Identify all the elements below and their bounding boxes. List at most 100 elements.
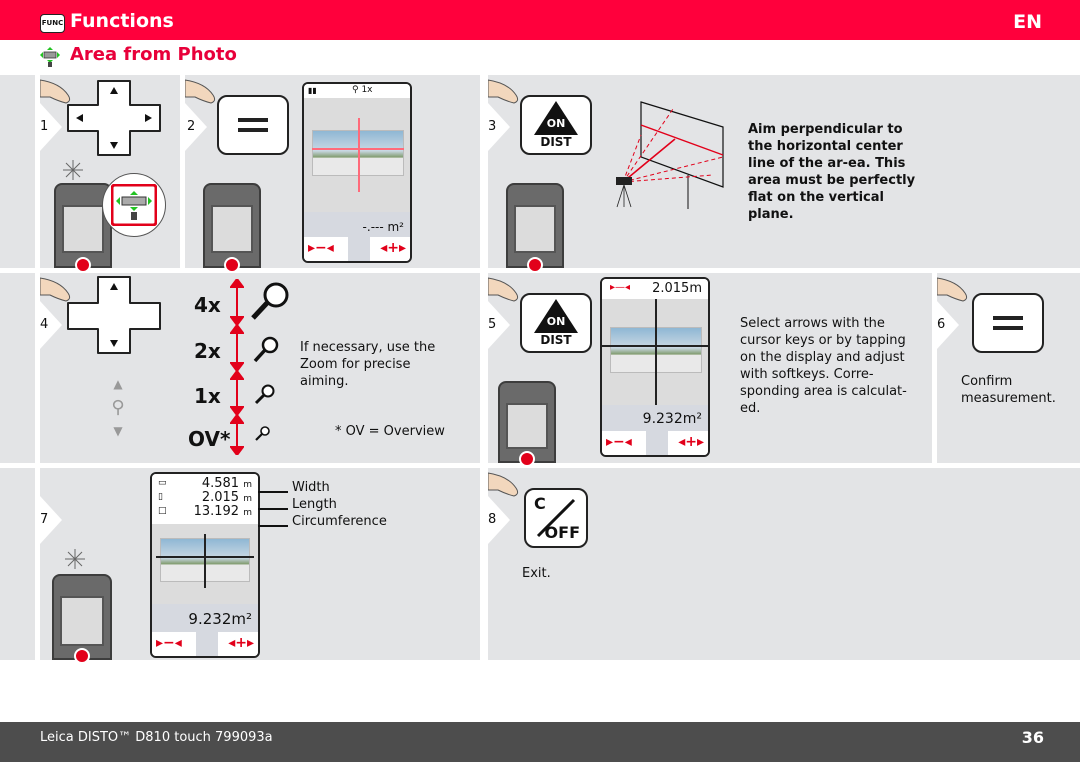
step-number: 1 xyxy=(40,119,49,134)
step-8-panel: 8 C OFF Exit. xyxy=(488,468,1080,660)
zoom-indicator: ⚲ 1x xyxy=(352,85,373,95)
magnifier-medium-icon xyxy=(253,336,279,363)
leica-logo-icon xyxy=(527,257,543,273)
on-dist-key[interactable]: ON DIST xyxy=(520,95,592,155)
crosshair-horizontal xyxy=(602,345,708,347)
plus-softkey[interactable]: ◂+▸ xyxy=(678,434,704,450)
overview-footnote: * OV = Overview xyxy=(335,424,445,439)
length-value: 2.015 m xyxy=(201,490,252,505)
battery-icon: ▮▮ xyxy=(308,86,317,95)
softkey-bar: ▸−◂ ◂+▸ xyxy=(602,431,708,455)
area-from-photo-icon xyxy=(111,184,157,226)
circumference-icon: □ xyxy=(158,506,167,516)
step-number: 7 xyxy=(40,512,49,527)
product-label: Leica DISTO™ D810 touch 799093a xyxy=(40,730,273,745)
area-result: 9.232m² xyxy=(642,411,702,427)
zoom-level-ov: OV* xyxy=(188,427,231,451)
page-number: 36 xyxy=(1021,728,1044,747)
crosshair-vertical xyxy=(655,299,657,405)
margin-strip xyxy=(0,468,35,660)
length-label: Length xyxy=(292,497,337,512)
equals-key[interactable] xyxy=(217,95,289,155)
device-icon xyxy=(498,381,556,467)
arrow-up-icon: ▲ xyxy=(113,377,123,391)
camera-view[interactable] xyxy=(602,299,708,405)
leica-logo-icon xyxy=(519,451,535,467)
leica-logo-icon xyxy=(74,648,90,664)
camera-view[interactable] xyxy=(152,524,258,604)
step-number: 8 xyxy=(488,512,497,527)
equals-key[interactable] xyxy=(972,293,1044,353)
margin-strip xyxy=(0,273,35,463)
area-result: 9.232m² xyxy=(188,610,252,628)
step-number: 4 xyxy=(40,317,49,332)
mode-softkey[interactable] xyxy=(348,237,370,261)
laser-icon xyxy=(65,549,85,569)
perpendicular-aim-diagram xyxy=(616,101,724,209)
status-bar: ▮▮ ⚲ 1x xyxy=(304,84,410,98)
step-3-instruction: Aim perpendicular to the horizontal cent… xyxy=(748,122,916,222)
device-screen-result: ▭ 4.581 m ▯ 2.015 m □ 13.192 m 9.232m² ▸… xyxy=(150,472,260,658)
softkey-bar: ▸−◂ ◂+▸ xyxy=(304,237,410,261)
step-2-panel: 2 ▮▮ ⚲ 1x -.--- m² ▸−◂ ◂+▸ xyxy=(185,75,480,273)
arrow-down-icon: ▼ xyxy=(113,424,123,438)
magnifier-large-icon xyxy=(251,282,289,320)
laser-icon xyxy=(63,160,83,180)
func-icon: FUNC xyxy=(40,14,65,33)
leader-line xyxy=(258,525,288,527)
plus-softkey[interactable]: ◂+▸ xyxy=(228,635,254,651)
step-number: 5 xyxy=(488,317,497,332)
dpad-icon xyxy=(67,80,161,156)
plus-softkey[interactable]: ◂+▸ xyxy=(380,240,406,256)
minus-softkey[interactable]: ▸−◂ xyxy=(308,240,334,256)
step-4-instruction: If necessary, use the Zoom for precise a… xyxy=(300,340,436,389)
area-from-photo-icon xyxy=(40,47,60,67)
step-3-panel: 3 ON DIST Aim perpendicular to the horiz… xyxy=(488,75,1080,273)
step-8-instruction: Exit. xyxy=(522,566,551,581)
page-subtitle: Area from Photo xyxy=(70,44,237,65)
step-5-instruction: Select arrows with the cursor keys or by… xyxy=(740,316,907,416)
step-6-instruction: Confirm measurement. xyxy=(961,374,1056,406)
header-bar: FUNC Functions EN xyxy=(0,0,1080,40)
circumference-value: 13.192 m xyxy=(193,504,252,519)
crosshair-vertical xyxy=(204,534,206,588)
device-icon xyxy=(203,183,261,273)
zoom-softkey-indicator: ▲ ⚲ ▼ xyxy=(106,377,130,457)
device-icon xyxy=(52,574,112,664)
camera-view[interactable] xyxy=(304,98,410,212)
area-result: -.--- m² xyxy=(362,220,404,234)
zoom-level-1x: 1x xyxy=(194,384,221,408)
step-7-panel: 7 ▭ 4.581 m ▯ 2.015 m □ 13.192 m 9.232m²… xyxy=(40,468,480,664)
top-measurement: 2.015m xyxy=(652,281,702,296)
mode-softkey[interactable] xyxy=(196,632,218,656)
softkey-bar: ▸−◂ ◂+▸ xyxy=(152,632,258,656)
step-number: 6 xyxy=(937,317,946,332)
leica-logo-icon xyxy=(75,257,91,273)
device-screen-zoomed: ▮▮ ⚲ 1x -.--- m² ▸−◂ ◂+▸ xyxy=(302,82,412,263)
crosshair-vertical xyxy=(358,118,360,192)
margin-strip xyxy=(0,75,35,268)
zoom-arrows-icon xyxy=(230,279,244,455)
mode-softkey[interactable] xyxy=(646,431,668,455)
zoom-level-4x: 4x xyxy=(194,293,221,317)
step-4-panel: 4 ▲ ⚲ ▼ 4x 2x 1x OV* If necessary, use t… xyxy=(40,273,480,463)
device-icon xyxy=(506,183,564,273)
callout-bubble xyxy=(102,173,166,237)
crosshair-horizontal xyxy=(312,148,404,150)
section-title: Functions xyxy=(70,10,174,32)
minus-softkey[interactable]: ▸−◂ xyxy=(606,434,632,450)
status-bar: ▸—◂ 2.015m xyxy=(602,279,708,299)
language-label: EN xyxy=(1013,11,1042,33)
step-number: 2 xyxy=(187,119,196,134)
result-list: ▭ 4.581 m ▯ 2.015 m □ 13.192 m xyxy=(152,474,258,524)
leader-line xyxy=(258,508,288,510)
dpad-icon xyxy=(67,276,161,354)
magnifier-tiny-icon xyxy=(255,426,270,441)
minus-softkey[interactable]: ▸−◂ xyxy=(156,635,182,651)
clear-off-key[interactable]: C OFF xyxy=(524,488,588,548)
width-value: 4.581 m xyxy=(201,476,252,491)
leader-line xyxy=(258,491,288,493)
device-screen-adjust: ▸—◂ 2.015m 9.232m² ▸−◂ ◂+▸ xyxy=(600,277,710,457)
footer-bar: Leica DISTO™ D810 touch 799093a 36 xyxy=(0,722,1080,762)
on-dist-key[interactable]: ON DIST xyxy=(520,293,592,353)
